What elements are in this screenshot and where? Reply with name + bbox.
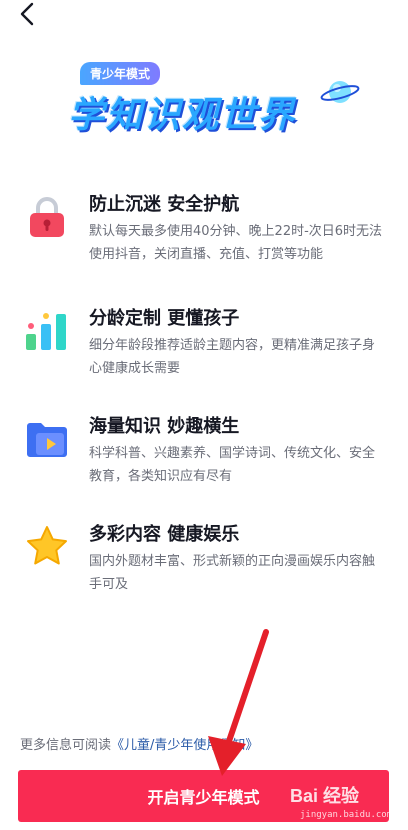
lock-icon (30, 197, 64, 237)
bar-chart-icon (26, 313, 66, 350)
feature-title: 多彩内容 健康娱乐 (89, 524, 240, 545)
watermark-url: jingyan.baidu.com (300, 810, 393, 820)
star-icon (27, 526, 67, 565)
feature-title: 海量知识 妙趣横生 (89, 416, 240, 437)
banner-title: 学知识观世界 (68, 95, 297, 136)
feature-item-entertainment: 多彩内容 健康娱乐 国内外题材丰富、形式新颖的正向漫画娱乐内容触手可及 (0, 516, 408, 606)
annotation-arrow-icon (208, 629, 269, 776)
feature-description: 默认每天最多使用40分钟、晚上22时-次日6时无法使用抖音，关闭直播、充值、打赏… (89, 224, 383, 262)
hero-banner: 青少年模式 学知识观世界 (68, 62, 368, 144)
banner-tag: 青少年模式 (80, 62, 161, 85)
back-button[interactable] (10, 0, 46, 28)
video-folder-icon (27, 423, 67, 457)
watermark-logo: Bai 经验 (290, 786, 360, 806)
terms-notice: 更多信息可阅读《儿童/青少年使用须知》 (20, 734, 258, 753)
feature-description: 国内外题材丰富、形式新颖的正向漫画娱乐内容触手可及 (89, 554, 376, 592)
terms-link[interactable]: 《儿童/青少年使用须知》 (111, 738, 258, 753)
feature-description: 细分年龄段推荐适龄主题内容，更精准满足孩子身心健康成长需要 (89, 338, 376, 376)
terms-prefix: 更多信息可阅读 (20, 738, 112, 753)
feature-item-knowledge: 海量知识 妙趣横生 科学科普、兴趣素养、国学诗词、传统文化、安全教育，各类知识应… (0, 408, 408, 498)
chevron-left-icon (20, 2, 34, 26)
feature-description: 科学科普、兴趣素养、国学诗词、传统文化、安全教育，各类知识应有尽有 (89, 446, 376, 484)
planet-icon (320, 81, 360, 103)
teen-mode-page: 青少年模式 学知识观世界 防止沉迷 安全护航 默认每天最多使用40分钟、晚上22… (0, 0, 408, 830)
feature-item-age-custom: 分龄定制 更懂孩子 细分年龄段推荐适龄主题内容，更精准满足孩子身心健康成长需要 (0, 300, 408, 390)
feature-item-anti-addiction: 防止沉迷 安全护航 默认每天最多使用40分钟、晚上22时-次日6时无法使用抖音，… (0, 186, 408, 276)
feature-title: 防止沉迷 安全护航 (89, 194, 240, 215)
feature-title: 分龄定制 更懂孩子 (89, 308, 240, 329)
